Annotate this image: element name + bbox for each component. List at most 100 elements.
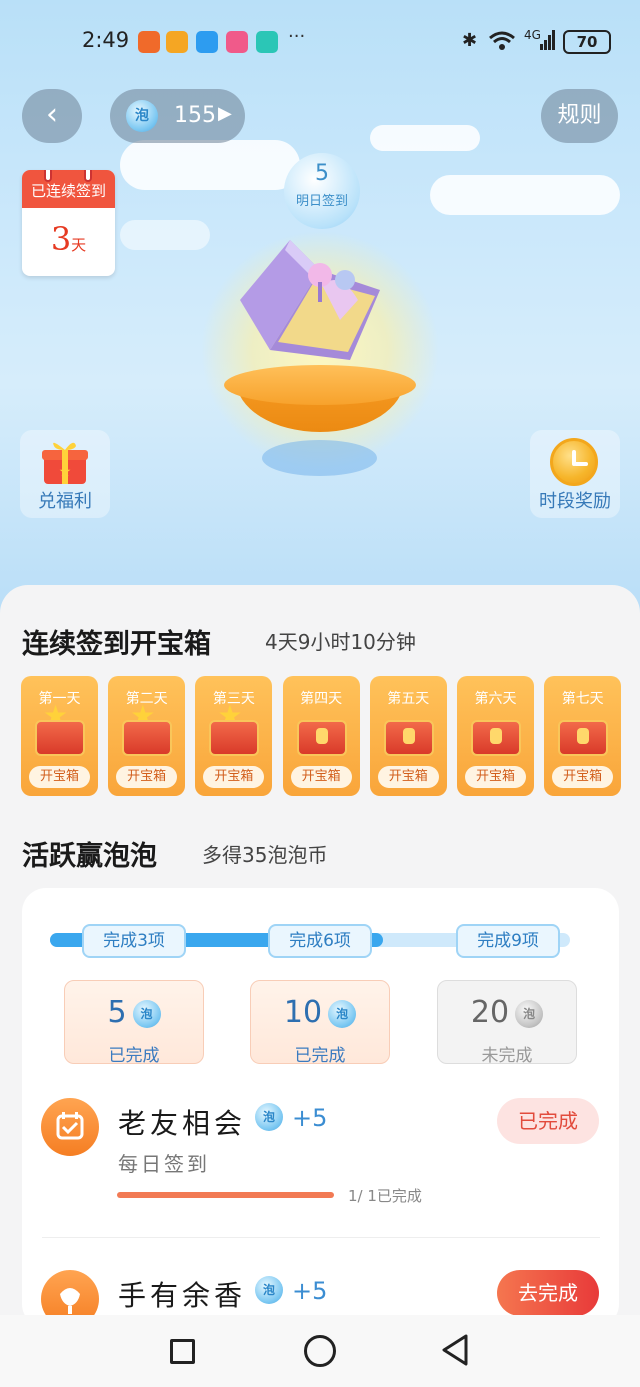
treasure-box-day-4[interactable]: 第四天 开宝箱 <box>282 676 360 796</box>
cloud-decoration <box>430 175 620 215</box>
lock-icon <box>490 728 502 744</box>
bubble-coin-icon: 泡 <box>255 1103 283 1131</box>
treasure-box-row: 第一天 ★ 开宝箱 第二天 ★ 开宝箱 第三天 ★ 开宝箱 第四天 开宝箱 第五天 开宝箱 第六天 开宝箱第… <box>21 676 622 796</box>
streak-days: 3 <box>50 220 72 258</box>
app-notification-icon <box>166 31 188 53</box>
treasure-chest-icon <box>209 720 260 756</box>
reward-amount: 20 <box>470 995 510 1030</box>
task-go-button[interactable]: 去完成 <box>497 1270 599 1316</box>
bubble-coin-icon: 泡 <box>126 100 158 132</box>
pedestal-shadow <box>262 440 377 476</box>
open-box-button[interactable]: 开宝箱 <box>377 766 439 788</box>
milestone-9: 完成9项 <box>456 924 560 958</box>
checkin-section-title: 连续签到开宝箱 <box>22 629 211 660</box>
tomorrow-label: 明日签到 <box>295 194 348 209</box>
rules-button[interactable]: 规则 <box>541 89 618 143</box>
recent-apps-button[interactable] <box>170 1339 195 1364</box>
play-arrow-icon: ▶ <box>218 103 232 124</box>
pedestal-top <box>224 365 416 405</box>
treasure-chest-icon <box>35 720 85 756</box>
calendar-check-icon <box>41 1098 99 1156</box>
clock-icon <box>550 438 598 486</box>
calendar-ring-icon <box>84 170 92 182</box>
lock-icon <box>402 728 415 744</box>
reward-card[interactable]: 20 泡 未完成 <box>437 980 577 1066</box>
time-reward-button[interactable]: 时段奖励 <box>530 430 620 518</box>
app-notification-icon <box>196 31 218 53</box>
back-button[interactable]: ‹ <box>22 89 82 143</box>
cloud-decoration <box>370 125 480 151</box>
app-notification-icon <box>256 31 278 53</box>
treasure-box-day-2[interactable]: 第二天 ★ 开宝箱 <box>108 676 186 796</box>
task-title: 老友相会 <box>118 1107 247 1140</box>
reward-status: 已完成 <box>294 1046 346 1066</box>
time-reward-label: 时段奖励 <box>539 491 611 512</box>
tomorrow-reward: 5 <box>315 161 329 186</box>
treasure-chest-icon <box>558 720 609 756</box>
battery-indicator: 70 <box>563 30 611 54</box>
task-progress-text: 1/ 1已完成 <box>348 1187 422 1205</box>
coin-balance-button[interactable]: 泡 155 ▶ <box>110 89 245 143</box>
more-notifications-icon: ··· <box>288 26 306 47</box>
bubble-coin-icon: 泡 <box>255 1276 283 1304</box>
calendar-ring-icon <box>44 170 52 182</box>
status-time: 2:49 <box>82 28 130 52</box>
reward-amount: 10 <box>283 995 323 1030</box>
cloud-decoration <box>120 220 210 250</box>
box-day-label: 第六天 <box>474 691 517 707</box>
checkin-countdown: 4天9小时10分钟 <box>265 630 416 654</box>
open-box-button[interactable]: 开宝箱 <box>29 766 90 788</box>
gift-icon: ★ <box>42 442 88 484</box>
lock-icon <box>315 728 328 744</box>
reward-card[interactable]: 5泡 已完成 <box>64 980 204 1066</box>
wifi-icon <box>488 30 516 57</box>
book-illustration-icon[interactable] <box>230 240 400 360</box>
open-box-button[interactable]: 开宝箱 <box>465 766 526 788</box>
task-subtitle: 每日签到 <box>118 1152 210 1176</box>
app-notification-icon <box>226 31 248 53</box>
task-bonus: +5 <box>292 1277 328 1305</box>
streak-label: 已连续签到 <box>22 170 115 208</box>
cloud-decoration <box>120 140 300 190</box>
bubble-coin-icon: 泡 <box>515 999 544 1028</box>
divider <box>42 1237 600 1238</box>
task-bonus: +5 <box>292 1104 328 1132</box>
active-section-title: 活跃赢泡泡 <box>22 841 157 872</box>
milestone-3: 完成3项 <box>82 924 186 958</box>
open-box-button[interactable]: 开宝箱 <box>203 766 265 788</box>
exchange-benefits-label: 兑福利 <box>38 491 92 512</box>
active-section-subtitle: 多得35泡泡币 <box>202 843 328 867</box>
tomorrow-checkin-bubble[interactable]: 5 明日签到 <box>284 153 360 229</box>
task-progress-bar <box>117 1192 334 1198</box>
lock-icon <box>577 728 590 744</box>
treasure-chest-icon <box>383 720 434 756</box>
streak-unit: 天 <box>71 236 87 254</box>
task-completed-button[interactable]: 已完成 <box>497 1098 599 1144</box>
treasure-box-day-6[interactable]: 第六天 开宝箱 <box>457 676 534 796</box>
back-nav-button[interactable] <box>440 1333 470 1367</box>
signal-icon: 4G <box>524 28 541 42</box>
open-box-button[interactable]: 开宝箱 <box>116 766 178 788</box>
open-box-button[interactable]: 开宝箱 <box>290 766 352 788</box>
treasure-box-day-7[interactable]: 第七天 开宝箱 <box>544 676 622 796</box>
reward-status: 未完成 <box>481 1046 533 1066</box>
streak-calendar: 已连续签到 3天 <box>22 170 115 276</box>
reward-amount: 5 <box>107 995 127 1030</box>
task-title: 手有余香 <box>118 1279 247 1312</box>
treasure-box-day-1[interactable]: 第一天 ★ 开宝箱 <box>21 676 98 796</box>
open-box-button[interactable]: 开宝箱 <box>552 766 614 788</box>
chevron-left-icon: ‹ <box>46 97 58 132</box>
box-day-label: 第七天 <box>561 691 604 707</box>
treasure-chest-icon <box>471 720 521 756</box>
reward-card[interactable]: 10 泡 已完成 <box>250 980 390 1066</box>
exchange-benefits-button[interactable]: ★ 兑福利 <box>20 430 110 518</box>
svg-text:★: ★ <box>59 464 72 480</box>
coin-balance: 155 <box>174 103 216 128</box>
signal-bars-icon <box>540 30 556 55</box>
home-button[interactable] <box>304 1335 336 1367</box>
box-day-label: 第四天 <box>300 691 343 707</box>
bluetooth-icon: ✱ <box>462 30 478 51</box>
treasure-box-day-5[interactable]: 第五天 开宝箱 <box>369 676 447 796</box>
bubble-coin-icon: 泡 <box>328 999 357 1028</box>
treasure-box-day-3[interactable]: 第三天 ★ 开宝箱 <box>195 676 273 796</box>
